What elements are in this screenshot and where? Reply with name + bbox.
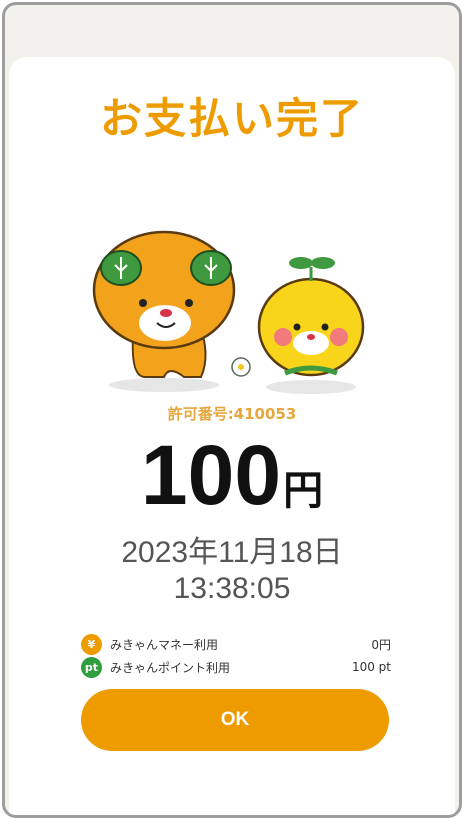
- ok-button[interactable]: OK: [81, 689, 389, 751]
- mascot-illustration: [92, 230, 365, 394]
- amount-unit: 円: [283, 469, 324, 513]
- permit-number: 許可番号:410053: [167, 405, 297, 423]
- page-title: お支払い完了: [99, 94, 364, 143]
- payment-datetime: 2023年11月18日 13:38:05: [9, 535, 455, 607]
- payment-complete-sheet: お支払い完了 許可番号:410053 100円 2023年11月18日 13:3…: [9, 57, 455, 815]
- money-usage-value: 0円: [371, 637, 391, 652]
- money-usage-row: ¥ みきゃんマネー利用 0円: [81, 633, 391, 655]
- phone-frame: お支払い完了 許可番号:410053 100円 2023年11月18日 13:3…: [2, 2, 462, 818]
- payment-amount: 100円: [9, 427, 455, 524]
- amount-value: 100: [140, 428, 282, 522]
- points-usage-row: pt みきゃんポイント利用 100 pt: [81, 656, 391, 678]
- money-usage-label: みきゃんマネー利用: [110, 637, 219, 652]
- yen-icon: ¥: [81, 633, 102, 655]
- points-icon: pt: [81, 656, 102, 678]
- points-usage-value: 100 pt: [351, 660, 391, 674]
- payment-date: 2023年11月18日: [121, 536, 343, 569]
- payment-time: 13:38:05: [173, 572, 291, 605]
- points-usage-label: みきゃんポイント利用: [110, 660, 231, 675]
